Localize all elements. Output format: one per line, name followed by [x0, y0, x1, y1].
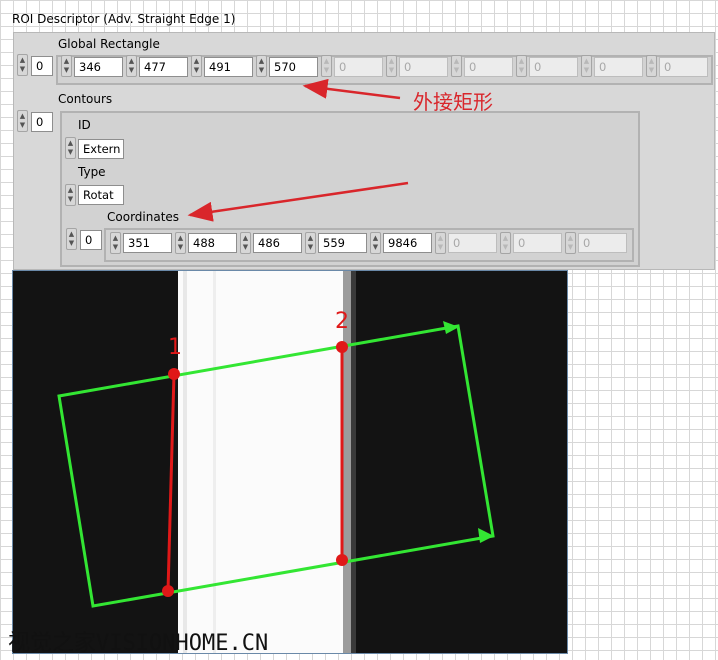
image-display: 1 2: [12, 270, 568, 654]
bright-stripe: [178, 271, 356, 653]
edge-point-1-bottom: [162, 585, 174, 597]
edge-point-1-top: [168, 368, 180, 380]
annotation-arrows: [187, 78, 409, 222]
edge-marker-2: 2: [335, 309, 349, 334]
annotation-arrow-coordinates: [187, 181, 409, 222]
edge-point-2-bottom: [336, 554, 348, 566]
edge-point-2-top: [336, 341, 348, 353]
edge-marker-1: 1: [168, 335, 182, 360]
annotation-arrow-rectangle: [302, 78, 401, 100]
image-canvas: [13, 271, 567, 653]
watermark: 视觉之家VISIONHOME.CN: [8, 631, 269, 656]
annotation-text: 外接矩形: [413, 90, 493, 114]
